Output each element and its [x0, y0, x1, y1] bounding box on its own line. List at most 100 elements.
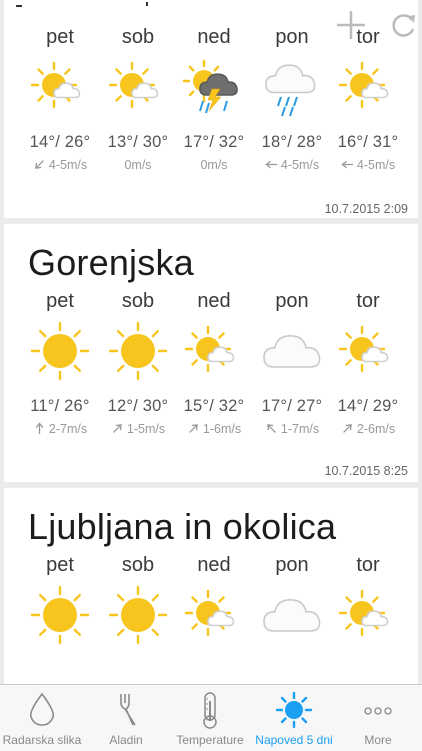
- forecast-day-sob: sob: [96, 554, 180, 645]
- arrow-w-icon: [265, 158, 281, 172]
- sun-cloud-icon: [18, 57, 102, 117]
- arrow-nw-icon: [265, 422, 281, 436]
- region-title: Ljubljana in okolica: [28, 506, 337, 547]
- cloud-icon: [250, 321, 334, 381]
- wind-speed: 2-7m/s: [18, 422, 102, 436]
- forecast-day-pet: pet: [18, 554, 102, 645]
- thermometer-icon: [168, 691, 252, 729]
- wind-speed: 4-5m/s: [250, 158, 334, 172]
- forecast-day-pon: pon 17°/ 27° 1-7m/s: [250, 290, 334, 436]
- wind-value: 2-6m/s: [356, 422, 396, 436]
- wind-value: 1-7m/s: [280, 422, 320, 436]
- arrow-sw-icon: [33, 158, 49, 172]
- arrow-ne-icon: [111, 422, 127, 436]
- forecast-day-sob: sob 13°/ 30° 0m/s: [96, 26, 180, 172]
- sun-cloud-icon: [326, 321, 410, 381]
- wind-value: 4-5m/s: [356, 158, 396, 172]
- day-name: pet: [46, 26, 74, 48]
- day-name: pet: [46, 554, 74, 576]
- day-name: ned: [197, 554, 231, 576]
- wind-speed: 0m/s: [172, 158, 256, 172]
- temperature-range: 17°/ 27°: [261, 397, 323, 415]
- temperature-range: 18°/ 28°: [261, 133, 323, 151]
- thunderstorm-icon: [172, 57, 256, 117]
- sun-icon: [252, 691, 336, 729]
- wind-speed: 0m/s: [96, 158, 180, 172]
- wind-value: 0m/s: [200, 158, 228, 172]
- temperature-range: 14°/ 26°: [29, 133, 91, 151]
- sun-icon: [96, 321, 180, 381]
- forecast-day-pet: pet 14°/ 26° 4-5m/s: [18, 26, 102, 172]
- cloud-icon: [250, 585, 334, 645]
- forecast-day-pon: pon: [250, 554, 334, 645]
- forecast-day-ned: ned: [172, 554, 256, 645]
- day-name: sob: [121, 26, 155, 48]
- day-name: ned: [197, 290, 231, 312]
- sun-cloud-icon: [326, 585, 410, 645]
- arrow-w-icon: [341, 158, 357, 172]
- sun-icon: [18, 321, 102, 381]
- wind-value: 4-5m/s: [280, 158, 320, 172]
- wind-speed: 4-5m/s: [326, 158, 410, 172]
- tab-temperature[interactable]: Temperature: [168, 685, 252, 751]
- day-name: pon: [275, 554, 309, 576]
- tab-label: More: [364, 733, 392, 747]
- day-name: pon: [275, 290, 309, 312]
- arrow-ne-icon: [187, 422, 203, 436]
- region-card-3[interactable]: Ljubljana in okolica pet sob ned pon tor: [4, 488, 418, 688]
- tab-bar: Radarska slika Aladin Temperature Napoved 5…: [0, 684, 422, 751]
- wind-value: 1-5m/s: [126, 422, 166, 436]
- wind-value: 2-7m/s: [48, 422, 88, 436]
- forecast-day-ned: ned 17°/ 32° 0m/s: [172, 26, 256, 172]
- forecast-day-tor: tor 16°/ 31° 4-5m/s: [326, 26, 410, 172]
- arrow-n-icon: [33, 422, 49, 436]
- wind-speed: 4-5m/s: [18, 158, 102, 172]
- wind-speed: 2-6m/s: [326, 422, 410, 436]
- region-card-1[interactable]: pet 14°/ 26° 4-5m/s sob 13°/ 30° 0m/s ned 17°/…: [4, 0, 418, 218]
- arrow-ne-icon: [341, 422, 357, 436]
- wind-speed: 1-7m/s: [250, 422, 334, 436]
- temperature-range: 12°/ 30°: [107, 397, 169, 415]
- wind-speed: 1-6m/s: [172, 422, 256, 436]
- region-card-2[interactable]: Gorenjska pet 11°/ 26° 2-7m/s sob 12°/ 30° …: [4, 224, 418, 482]
- more-icon: [336, 691, 420, 727]
- temperature-range: 15°/ 32°: [183, 397, 245, 415]
- forecast-day-pon: pon 18°/ 28° 4-5m/s: [250, 26, 334, 172]
- day-name: pet: [46, 290, 74, 312]
- day-name: ned: [197, 26, 231, 48]
- tab-more[interactable]: More: [336, 685, 420, 751]
- tab-radarska-slika[interactable]: Radarska slika: [0, 685, 84, 751]
- day-name: tor: [356, 290, 380, 312]
- sun-icon: [18, 585, 102, 645]
- temperature-range: 16°/ 31°: [337, 133, 399, 151]
- rain-icon: [250, 57, 334, 117]
- day-name: sob: [121, 554, 155, 576]
- wind-value: 1-6m/s: [202, 422, 242, 436]
- update-timestamp: 10.7.2015 8:25: [324, 464, 408, 478]
- wind-value: 0m/s: [124, 158, 152, 172]
- wind-speed: 1-5m/s: [96, 422, 180, 436]
- drop-icon: [0, 691, 84, 727]
- day-name: tor: [356, 554, 380, 576]
- fork-icon: [84, 691, 168, 727]
- forecast-day-sob: sob 12°/ 30° 1-5m/s: [96, 290, 180, 436]
- region-title-partial: [12, 2, 152, 8]
- sun-icon: [96, 585, 180, 645]
- day-name: tor: [356, 26, 380, 48]
- sun-cloud-icon: [172, 585, 256, 645]
- forecast-day-tor: tor 14°/ 29° 2-6m/s: [326, 290, 410, 436]
- update-timestamp: 10.7.2015 2:09: [324, 202, 408, 216]
- forecast-day-tor: tor: [326, 554, 410, 645]
- temperature-range: 13°/ 30°: [107, 133, 169, 151]
- day-name: sob: [121, 290, 155, 312]
- wind-value: 4-5m/s: [48, 158, 88, 172]
- temperature-range: 17°/ 32°: [183, 133, 245, 151]
- tab-napoved-5-dni[interactable]: Napoved 5 dni: [252, 685, 336, 751]
- tab-aladin[interactable]: Aladin: [84, 685, 168, 751]
- temperature-range: 14°/ 29°: [337, 397, 399, 415]
- temperature-range: 11°/ 26°: [30, 397, 90, 415]
- forecast-day-ned: ned 15°/ 32° 1-6m/s: [172, 290, 256, 436]
- day-name: pon: [275, 26, 309, 48]
- sun-cloud-icon: [172, 321, 256, 381]
- sun-cloud-icon: [96, 57, 180, 117]
